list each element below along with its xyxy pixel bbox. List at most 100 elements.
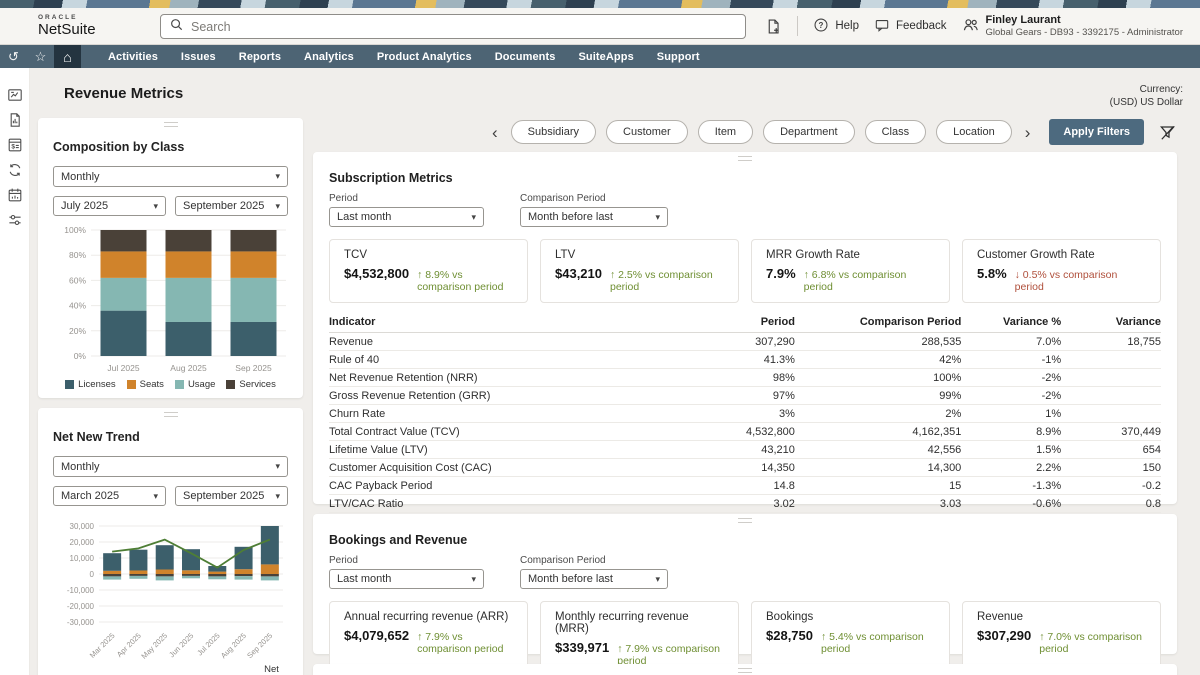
netnew-from-select[interactable]: March 2025 ▾: [53, 486, 166, 506]
legend-item-seats[interactable]: Seats: [127, 379, 164, 390]
composition-from-select[interactable]: July 2025 ▾: [53, 196, 166, 216]
nav-tab-reports[interactable]: Reports: [239, 51, 281, 63]
caret-down-icon: ▾: [153, 201, 158, 212]
subscription-controls: Period Last month ▾ Comparison Period Mo…: [329, 193, 1161, 227]
nav-tab-support[interactable]: Support: [657, 51, 700, 63]
netnew-frequency-select[interactable]: Monthly ▾: [53, 456, 288, 477]
nav-tab-suiteapps[interactable]: SuiteApps: [579, 51, 634, 63]
composition-legend: Licenses Seats Usage Services: [53, 379, 288, 390]
column-header-variance-: Variance %: [961, 313, 1061, 333]
drag-handle[interactable]: [738, 668, 752, 673]
legend-item-downsell[interactable]: Downsell: [142, 664, 194, 675]
netnew-to-select[interactable]: September 2025 ▾: [175, 486, 288, 506]
legend-item-upsell[interactable]: Upsell: [92, 664, 131, 675]
user-text: Finley Laurant Global Gears - DB93 - 339…: [986, 14, 1183, 38]
home-icon[interactable]: ⌂: [54, 45, 81, 68]
kpi-overview-icon[interactable]: [7, 87, 23, 103]
legend-item-services[interactable]: Services: [226, 379, 275, 390]
composition-to-select[interactable]: September 2025 ▾: [175, 196, 288, 216]
card-delta-up: ↑ 7.0% vs comparison period: [1039, 631, 1146, 655]
nav-tab-product-analytics[interactable]: Product Analytics: [377, 51, 472, 63]
card-title: Customer Growth Rate: [977, 249, 1146, 261]
legend-item-new[interactable]: New: [49, 664, 81, 675]
nav-tab-analytics[interactable]: Analytics: [304, 51, 354, 63]
period-label: Period: [329, 555, 484, 566]
card-delta-up: ↑ 2.5% vs comparison period: [610, 269, 724, 293]
caret-down-icon: ▾: [275, 491, 280, 502]
indicator-cell: Gross Revenue Retention (GRR): [329, 387, 662, 405]
filter-pill-customer[interactable]: Customer: [606, 120, 688, 144]
value-cell: 43,210: [662, 441, 795, 459]
period-select[interactable]: Last month ▾: [329, 569, 484, 589]
caret-down-icon: ▾: [275, 171, 280, 182]
netnew-panel: Net New Trend Monthly ▾ March 2025 ▾ Sep…: [38, 408, 303, 675]
nav-tab-activities[interactable]: Activities: [108, 51, 158, 63]
comparison-select[interactable]: Month before last ▾: [520, 207, 668, 227]
sliders-icon[interactable]: [7, 212, 23, 228]
user-menu[interactable]: Finley Laurant Global Gears - DB93 - 339…: [962, 14, 1183, 38]
header-actions: ? Help Feedback: [765, 14, 1183, 38]
next-section-panel: [313, 664, 1177, 675]
report-chart-icon[interactable]: [7, 112, 23, 128]
help-button[interactable]: ? Help: [813, 17, 859, 36]
value-cell: 0.8: [1061, 495, 1161, 513]
comparison-select[interactable]: Month before last ▾: [520, 569, 668, 589]
table-row-total-contract-value-tcv-: Total Contract Value (TCV)4,532,8004,162…: [329, 423, 1161, 441]
svg-text:100%: 100%: [64, 225, 86, 235]
netsuite-logo[interactable]: ORACLE NetSuite: [38, 15, 96, 38]
chevron-right-icon[interactable]: ›: [1022, 124, 1034, 141]
svg-text:-30,000: -30,000: [67, 618, 95, 627]
caret-down-icon: ▾: [275, 201, 280, 212]
card-delta-up: ↑ 5.4% vs comparison period: [821, 631, 935, 655]
search-input[interactable]: [191, 20, 736, 34]
card-title: Revenue: [977, 611, 1146, 623]
new-record-icon[interactable]: [765, 18, 782, 35]
composition-frequency-select[interactable]: Monthly ▾: [53, 166, 288, 187]
table-row-revenue: Revenue307,290288,5357.0%18,755: [329, 333, 1161, 351]
legend-item-licenses[interactable]: Licenses: [65, 379, 116, 390]
subscription-metrics-panel: Subscription Metrics Period Last month ▾…: [313, 152, 1177, 504]
filter-pill-class[interactable]: Class: [865, 120, 927, 144]
legend-item-net-new-mrr[interactable]: Net New MRR: [255, 664, 293, 675]
decorative-banner: [0, 0, 1200, 8]
legend-item-churn[interactable]: Churn: [205, 664, 244, 675]
card-value: $4,532,800: [344, 266, 409, 281]
clear-filters-icon[interactable]: [1158, 123, 1177, 142]
drag-handle[interactable]: [164, 122, 178, 127]
card-title: TCV: [344, 249, 513, 261]
nav-tab-documents[interactable]: Documents: [495, 51, 556, 63]
kpi-card-customer-growth-rate: Customer Growth Rate 5.8%↓ 0.5% vs compar…: [962, 239, 1161, 303]
card-value-row: 5.8%↓ 0.5% vs comparison period: [977, 266, 1146, 293]
filter-pill-department[interactable]: Department: [763, 120, 854, 144]
subscription-kpi-cards: TCV$4,532,800↑ 8.9% vs comparison period…: [329, 239, 1161, 303]
apply-filters-button[interactable]: Apply Filters: [1049, 119, 1144, 145]
filter-pill-location[interactable]: Location: [936, 120, 1012, 144]
period-select[interactable]: Last month ▾: [329, 207, 484, 227]
svg-text:Mar 2025: Mar 2025: [88, 631, 117, 660]
billing-icon[interactable]: $: [7, 137, 23, 153]
legend-item-usage[interactable]: Usage: [175, 379, 215, 390]
renewals-icon[interactable]: [7, 162, 23, 178]
global-search[interactable]: [160, 14, 746, 39]
currency-label: Currency:: [1110, 83, 1183, 96]
history-icon[interactable]: ↺: [0, 45, 27, 68]
drag-handle[interactable]: [738, 156, 752, 161]
user-icon: [962, 16, 980, 37]
filter-pill-subsidiary[interactable]: Subsidiary: [511, 120, 596, 144]
favorites-icon[interactable]: ☆: [27, 45, 54, 68]
composition-range: July 2025 ▾ September 2025 ▾: [53, 196, 288, 216]
filter-pill-item[interactable]: Item: [698, 120, 753, 144]
nav-tab-issues[interactable]: Issues: [181, 51, 216, 63]
legend-label: Services: [239, 379, 275, 390]
feedback-button[interactable]: Feedback: [874, 17, 947, 36]
value-cell: 97%: [662, 387, 795, 405]
filter-row: ‹ Subsidiary Customer Item Department Class L…: [313, 118, 1177, 146]
drag-handle[interactable]: [164, 412, 178, 417]
card-value: $28,750: [766, 628, 813, 643]
indicator-cell: Churn Rate: [329, 405, 662, 423]
drag-handle[interactable]: [738, 518, 752, 523]
chevron-left-icon[interactable]: ‹: [489, 124, 501, 141]
table-row-customer-acquisition-cost-cac-: Customer Acquisition Cost (CAC)14,35014,…: [329, 459, 1161, 477]
calendar-metrics-icon[interactable]: [7, 187, 23, 203]
card-value: $4,079,652: [344, 628, 409, 643]
